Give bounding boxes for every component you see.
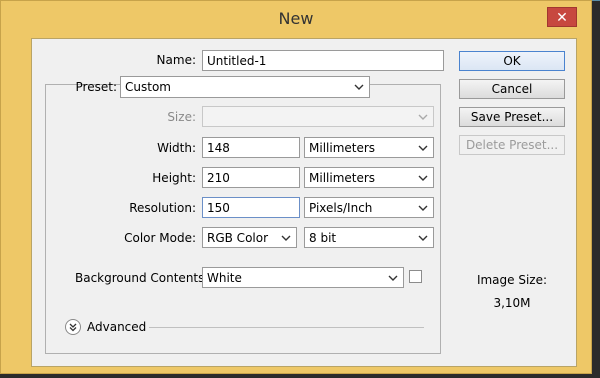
resolution-label: Resolution: xyxy=(129,201,196,215)
advanced-toggle[interactable] xyxy=(65,319,81,335)
new-document-dialog: New ✕ Name: Untitled-1 Preset: Custom Si… xyxy=(0,0,592,374)
chevron-down-icon xyxy=(354,84,364,90)
height-label: Height: xyxy=(152,171,196,185)
chevron-down-icon xyxy=(281,235,291,241)
width-field[interactable]: 148 xyxy=(202,137,300,158)
cancel-button[interactable]: Cancel xyxy=(459,79,565,99)
resolution-field[interactable]: 150 xyxy=(202,197,300,218)
dialog-title: New xyxy=(278,9,314,28)
delete-preset-button[interactable]: Delete Preset... xyxy=(459,135,565,155)
dialog-body: Name: Untitled-1 Preset: Custom Size: Wi… xyxy=(31,38,577,367)
chevron-down-icon xyxy=(418,145,428,151)
chevron-down-icon xyxy=(388,275,398,281)
chevron-down-icon xyxy=(418,205,428,211)
color-mode-select[interactable]: RGB Color xyxy=(202,227,297,248)
close-icon: ✕ xyxy=(556,10,568,26)
size-select[interactable] xyxy=(202,106,434,127)
background-color-swatch[interactable] xyxy=(409,270,422,283)
image-size-value: 3,10M xyxy=(493,296,531,310)
color-mode-label: Color Mode: xyxy=(124,231,196,245)
resolution-unit-value: Pixels/Inch xyxy=(309,201,373,215)
resolution-unit-select[interactable]: Pixels/Inch xyxy=(304,197,434,218)
width-unit-select[interactable]: Millimeters xyxy=(304,137,434,158)
image-size-label: Image Size: xyxy=(476,273,548,287)
background-contents-label: Background Contents: xyxy=(75,271,209,285)
height-unit-value: Millimeters xyxy=(309,171,376,185)
advanced-divider xyxy=(149,327,424,328)
ok-button[interactable]: OK xyxy=(459,51,565,71)
preset-value: Custom xyxy=(125,80,171,94)
bit-depth-value: 8 bit xyxy=(309,231,337,245)
name-label: Name: xyxy=(156,53,196,67)
double-chevron-down-icon xyxy=(69,323,77,332)
width-label: Width: xyxy=(157,141,196,155)
close-button[interactable]: ✕ xyxy=(547,7,577,27)
background-contents-select[interactable]: White xyxy=(202,267,404,288)
advanced-label: Advanced xyxy=(87,320,147,334)
width-unit-value: Millimeters xyxy=(309,141,376,155)
color-mode-value: RGB Color xyxy=(207,231,269,245)
background-contents-value: White xyxy=(207,271,242,285)
bit-depth-select[interactable]: 8 bit xyxy=(304,227,434,248)
preset-select[interactable]: Custom xyxy=(120,76,370,98)
height-field[interactable]: 210 xyxy=(202,167,300,188)
save-preset-button[interactable]: Save Preset... xyxy=(459,107,565,127)
height-unit-select[interactable]: Millimeters xyxy=(304,167,434,188)
size-label: Size: xyxy=(167,110,196,124)
chevron-down-icon xyxy=(418,235,428,241)
chevron-down-icon xyxy=(418,114,428,120)
chevron-down-icon xyxy=(418,175,428,181)
preset-label: Preset: xyxy=(75,80,117,94)
name-field[interactable]: Untitled-1 xyxy=(202,50,444,71)
